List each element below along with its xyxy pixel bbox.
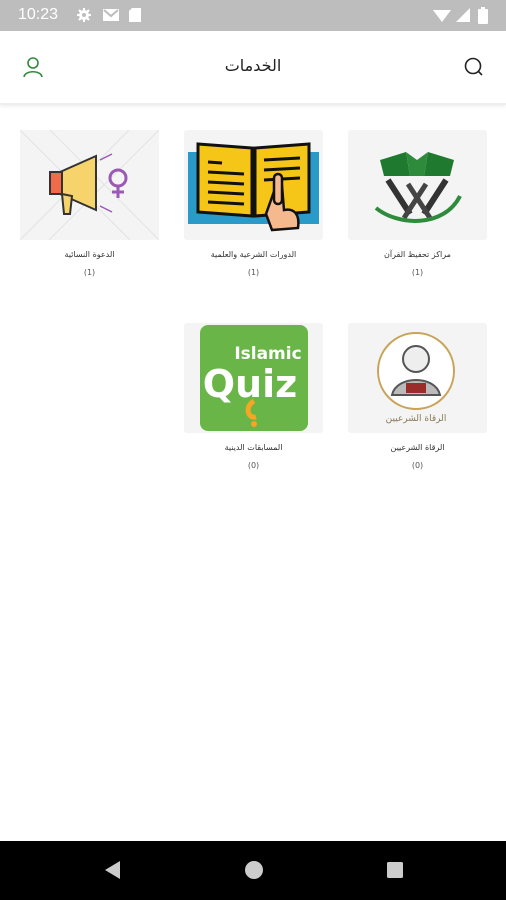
back-icon[interactable]: [102, 859, 124, 881]
status-bar: 10:23: [0, 0, 506, 31]
signal-icon: [456, 8, 470, 22]
islamic-quiz-icon: Islamic Quiz: [200, 325, 308, 431]
navigation-bar: [0, 841, 506, 900]
battery-icon: [478, 7, 488, 24]
search-icon: [464, 57, 483, 76]
service-image: Islamic Quiz: [184, 323, 323, 433]
sd-card-icon: [129, 8, 141, 22]
service-label: مراكز تحفيظ القرآن: [384, 250, 451, 259]
megaphone-female-icon: [20, 130, 159, 240]
app-bar: الخدمات: [0, 31, 506, 105]
service-count: (0): [247, 461, 260, 470]
service-count: (1): [411, 268, 424, 277]
wifi-icon: [433, 10, 451, 22]
ruqya-sheikh-icon: الرقاة الشرعيين: [377, 332, 455, 424]
service-label: الرقاة الشرعيين: [390, 443, 445, 452]
service-count: (1): [83, 268, 96, 277]
quran-stand-icon: [374, 152, 462, 223]
service-image: الرقاة الشرعيين: [348, 323, 487, 433]
service-count: (0): [411, 461, 424, 470]
ruqya-image-text: الرقاة الشرعيين: [386, 414, 447, 424]
quiz-image-text-1: Islamic: [234, 344, 301, 364]
home-icon[interactable]: [243, 859, 265, 881]
service-count: (1): [247, 268, 260, 277]
search-button[interactable]: [460, 53, 488, 81]
settings-icon: [77, 8, 91, 22]
service-image: [184, 130, 323, 240]
status-time: 10:23: [18, 6, 59, 23]
service-label: المسابقات الدينية: [224, 443, 283, 452]
recents-icon[interactable]: [384, 859, 406, 881]
gmail-icon: [103, 9, 119, 21]
service-image: [348, 130, 487, 240]
quiz-image-text-2: Quiz: [203, 362, 298, 406]
service-label: الدعوة النسائية: [64, 250, 115, 259]
service-label: الدورات الشرعية والعلمية: [210, 250, 297, 259]
open-book-icon: [188, 142, 319, 232]
service-image: [20, 130, 159, 240]
page-title: الخدمات: [224, 56, 282, 75]
